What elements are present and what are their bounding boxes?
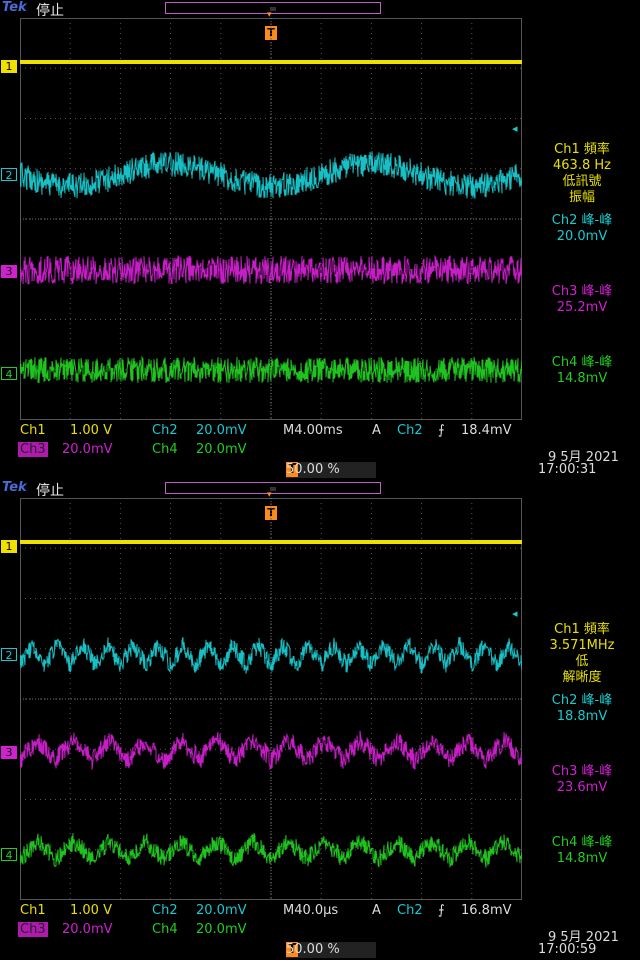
- trigger-mode: A: [372, 423, 381, 438]
- ch3-label[interactable]: Ch3: [18, 922, 48, 937]
- ch2-marker[interactable]: 2: [1, 648, 17, 662]
- ch1-meas-value: 463.8 Hz: [553, 158, 611, 173]
- waveform-graticule: [20, 18, 522, 420]
- acquisition-state: 停止: [36, 3, 64, 19]
- record-length-bar: [165, 482, 381, 494]
- record-length-bar: [165, 2, 381, 14]
- ch2-measurement: Ch2 峰-峰 20.0mV: [524, 213, 640, 245]
- ch2-marker[interactable]: 2: [1, 168, 17, 182]
- ch1-label[interactable]: Ch1: [20, 423, 46, 438]
- ch1-meas-note2: 振幅: [568, 190, 595, 205]
- ch1-marker[interactable]: 1: [1, 540, 17, 553]
- ch4-label[interactable]: Ch4: [152, 922, 178, 937]
- ch4-scale[interactable]: 20.0mV: [196, 442, 247, 457]
- ch4-measurement: Ch4 峰-峰 14.8mV: [524, 835, 640, 867]
- ch3-measurement: Ch3 峰-峰 23.6mV: [524, 764, 640, 796]
- ch4-meas-value: 14.8mV: [556, 851, 608, 866]
- timebase[interactable]: M4.00ms: [283, 423, 343, 438]
- ch3-marker[interactable]: 3: [1, 746, 17, 759]
- ch1-scale[interactable]: 1.00 V: [70, 423, 112, 438]
- ch4-meas-label: Ch4 峰-峰: [551, 835, 613, 850]
- scope-panel-2: Tek 停止 ▾ T ◂ 1 2 3 4 Ch1 頻率 3.571MHz 低 解…: [0, 480, 640, 960]
- ch4-meas-label: Ch4 峰-峰: [551, 355, 613, 370]
- ch3-label[interactable]: Ch3: [18, 442, 48, 457]
- time: 17:00:31: [538, 462, 597, 477]
- trigger-position[interactable]: T 50.00 %: [286, 462, 376, 478]
- graticule-svg: [20, 18, 522, 420]
- acquisition-state: 停止: [36, 483, 64, 499]
- trigger-mode: A: [372, 903, 381, 918]
- ch3-meas-label: Ch3 峰-峰: [551, 764, 613, 779]
- tek-logo: Tek: [2, 0, 27, 15]
- ch3-meas-label: Ch3 峰-峰: [551, 284, 613, 299]
- trigger-source[interactable]: Ch2: [397, 423, 423, 438]
- ch2-scale[interactable]: 20.0mV: [196, 423, 247, 438]
- ch1-marker[interactable]: 1: [1, 60, 17, 73]
- scope-panel-1: Tek 停止 ▾ T ◂ 1 2 3 4 Ch1 頻率 463.8 Hz 低訊號…: [0, 0, 640, 480]
- ch1-meas-note2: 解晰度: [562, 670, 602, 685]
- ch3-scale[interactable]: 20.0mV: [62, 442, 113, 457]
- waveform-graticule: [20, 498, 522, 900]
- trigger-level[interactable]: 18.4mV: [461, 423, 512, 438]
- trigger-level-icon: ◂: [512, 122, 518, 135]
- ch4-marker[interactable]: 4: [1, 848, 17, 862]
- ch4-measurement: Ch4 峰-峰 14.8mV: [524, 355, 640, 387]
- ch4-scale[interactable]: 20.0mV: [196, 922, 247, 937]
- ch1-scale[interactable]: 1.00 V: [70, 903, 112, 918]
- ch1-trace: [20, 60, 522, 64]
- trigger-position-value: 50.00 %: [286, 462, 340, 477]
- ch2-meas-label: Ch2 峰-峰: [551, 213, 613, 228]
- graticule-svg: [20, 498, 522, 900]
- ch4-meas-value: 14.8mV: [556, 371, 608, 386]
- ch2-scale[interactable]: 20.0mV: [196, 903, 247, 918]
- tek-logo: Tek: [2, 480, 27, 495]
- ch4-marker[interactable]: 4: [1, 367, 17, 381]
- top-bar: Tek 停止 ▾: [0, 0, 640, 20]
- ch1-meas-label: Ch1 頻率: [554, 622, 610, 637]
- ch1-meas-label: Ch1 頻率: [554, 142, 610, 157]
- ch3-scale[interactable]: 20.0mV: [62, 922, 113, 937]
- ch1-measurement: Ch1 頻率 463.8 Hz 低訊號 振幅: [524, 142, 640, 206]
- ch2-label[interactable]: Ch2: [152, 423, 178, 438]
- trigger-level[interactable]: 16.8mV: [461, 903, 512, 918]
- trigger-level-icon: ◂: [512, 607, 518, 620]
- ch3-meas-value: 23.6mV: [556, 780, 608, 795]
- ch1-meas-value: 3.571MHz: [549, 638, 615, 653]
- timebase[interactable]: M40.0µs: [283, 903, 338, 918]
- ch2-meas-value: 20.0mV: [556, 229, 608, 244]
- trigger-source[interactable]: Ch2: [397, 903, 423, 918]
- status-bar: Ch1 1.00 V Ch2 20.0mV M4.00ms A Ch2 ⨍ 18…: [0, 423, 640, 480]
- top-bar: Tek 停止 ▾: [0, 480, 640, 500]
- ch1-label[interactable]: Ch1: [20, 903, 46, 918]
- ch3-measurement: Ch3 峰-峰 25.2mV: [524, 284, 640, 316]
- ch4-label[interactable]: Ch4: [152, 442, 178, 457]
- ch1-meas-note: 低: [575, 654, 589, 669]
- ch2-label[interactable]: Ch2: [152, 903, 178, 918]
- ch2-meas-value: 18.8mV: [556, 709, 608, 724]
- ch2-measurement: Ch2 峰-峰 18.8mV: [524, 693, 640, 725]
- ch1-meas-note: 低訊號: [562, 174, 602, 189]
- trigger-slope-icon: ⨍: [438, 423, 445, 438]
- ch2-meas-label: Ch2 峰-峰: [551, 693, 613, 708]
- ch3-meas-value: 25.2mV: [556, 300, 608, 315]
- ch3-marker[interactable]: 3: [1, 265, 17, 278]
- trigger-position[interactable]: T 50.00 %: [286, 942, 376, 958]
- trigger-slope-icon: ⨍: [438, 903, 445, 918]
- trigger-position-value: 50.00 %: [286, 942, 340, 957]
- status-bar: Ch1 1.00 V Ch2 20.0mV M40.0µs A Ch2 ⨍ 16…: [0, 903, 640, 960]
- ch1-measurement: Ch1 頻率 3.571MHz 低 解晰度: [524, 622, 640, 686]
- ch1-trace: [20, 540, 522, 544]
- time: 17:00:59: [538, 942, 597, 957]
